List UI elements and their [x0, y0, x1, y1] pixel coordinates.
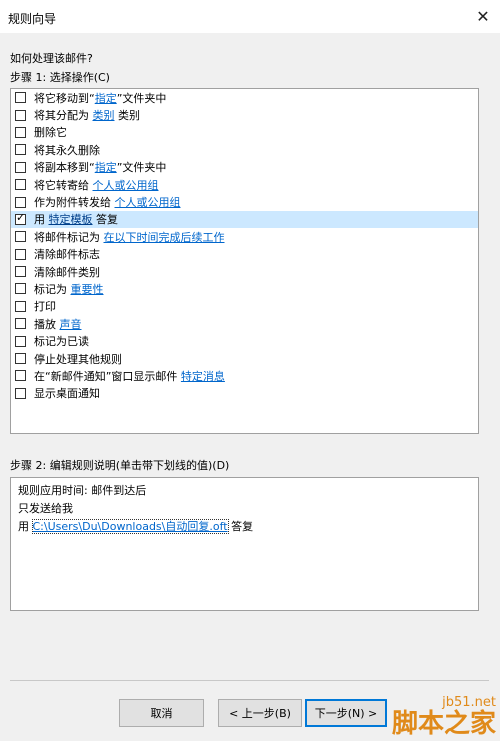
action-checkbox[interactable] [15, 179, 26, 191]
desc-line-trigger: 规则应用时间: 邮件到达后 [18, 484, 147, 497]
action-label: 清除邮件标志 [34, 248, 100, 262]
step2-label: 步骤 2: 编辑规则说明(单击带下划线的值)(D) [10, 459, 230, 472]
action-link[interactable]: 指定 [95, 90, 117, 106]
action-label: 将它转寄给 [34, 178, 93, 192]
title-bar: 规则向导 ✕ [0, 0, 500, 33]
action-checkbox[interactable] [15, 211, 26, 225]
action-item[interactable]: 将其永久删除 [11, 141, 478, 158]
action-link[interactable]: 个人或公用组 [115, 194, 181, 210]
desc-line-condition: 只发送给我 [18, 502, 73, 515]
action-label: ”文件夹中 [116, 161, 167, 175]
action-item[interactable]: 用 特定模板 答复 [11, 210, 478, 229]
action-label: 将其分配为 [34, 109, 93, 123]
action-label: 播放 [34, 317, 60, 331]
action-checkbox[interactable] [15, 370, 26, 382]
action-label: ”文件夹中 [116, 91, 167, 105]
desc-action-prefix: 用 [18, 520, 33, 533]
action-label: 停止处理其他规则 [34, 352, 122, 366]
action-checkbox[interactable] [15, 266, 26, 278]
action-checkbox[interactable] [15, 318, 26, 330]
action-item[interactable]: 作为附件转发给 个人或公用组 [11, 193, 478, 210]
window-title: 规则向导 [8, 12, 57, 26]
watermark-site: jb51.net [442, 695, 496, 710]
rule-description-box[interactable]: 规则应用时间: 邮件到达后 只发送给我 用 C:\Users\Du\Downlo… [10, 477, 479, 611]
dialog-body: 如何处理该邮件? 步骤 1: 选择操作(C) 将它移动到“ 指定 ”文件夹中 将其分配… [0, 33, 500, 741]
action-checkbox[interactable] [15, 144, 26, 156]
action-item[interactable]: 将邮件标记为 在以下时间完成后续工作 [11, 228, 478, 245]
action-checkbox[interactable] [15, 231, 26, 243]
action-item[interactable]: 打印 [11, 298, 478, 315]
action-link[interactable]: 在以下时间完成后续工作 [104, 229, 225, 245]
action-item[interactable]: 在“新邮件通知”窗口显示邮件 特定消息 [11, 367, 478, 384]
action-checkbox[interactable] [15, 283, 26, 295]
back-button[interactable]: < 上一步(B) [218, 699, 302, 727]
close-icon[interactable]: ✕ [466, 0, 500, 33]
action-link[interactable]: 声音 [60, 316, 82, 332]
action-label: 将邮件标记为 [34, 230, 104, 244]
action-label: 答复 [92, 213, 118, 227]
action-checkbox[interactable] [15, 300, 26, 312]
action-label: 将它移动到“ [34, 91, 95, 105]
action-item[interactable]: 将其分配为 类别 类别 [11, 106, 478, 123]
action-item[interactable]: 删除它 [11, 124, 478, 141]
action-list[interactable]: 将它移动到“ 指定 ”文件夹中 将其分配为 类别 类别 删除它 将其永久删除 将副本移到“ 指… [10, 88, 479, 434]
action-label: 显示桌面通知 [34, 387, 100, 401]
action-item[interactable]: 将它转寄给 个人或公用组 [11, 176, 478, 193]
cancel-button[interactable]: 取消 [119, 699, 204, 727]
action-link[interactable]: 特定模板 [49, 211, 93, 227]
action-label: 作为附件转发给 [34, 196, 115, 210]
action-label: 清除邮件类别 [34, 265, 100, 279]
action-label: 用 [34, 213, 49, 227]
watermark-brand: 脚本之家 [391, 709, 496, 739]
action-item[interactable]: 将副本移到“ 指定 ”文件夹中 [11, 159, 478, 176]
action-item[interactable]: 清除邮件类别 [11, 263, 478, 280]
action-label: 在“新邮件通知”窗口显示邮件 [34, 369, 181, 383]
action-item[interactable]: 标记为 重要性 [11, 280, 478, 297]
action-link[interactable]: 个人或公用组 [93, 177, 159, 193]
action-label: 打印 [34, 300, 56, 314]
action-checkbox[interactable] [15, 92, 26, 104]
action-checkbox[interactable] [15, 335, 26, 347]
action-item[interactable]: 将它移动到“ 指定 ”文件夹中 [11, 89, 478, 106]
action-item[interactable]: 标记为已读 [11, 332, 478, 349]
action-label: 将其永久删除 [34, 143, 100, 157]
watermark: jb51.net 脚本之家 [392, 696, 496, 737]
action-checkbox[interactable] [15, 196, 26, 208]
step1-label: 步骤 1: 选择操作(C) [10, 71, 110, 84]
action-link[interactable]: 重要性 [71, 281, 104, 297]
action-checkbox[interactable] [15, 353, 26, 365]
action-item[interactable]: 停止处理其他规则 [11, 350, 478, 367]
template-path-link[interactable]: C:\Users\Du\Downloads\自动回复.oft [31, 519, 229, 534]
action-link[interactable]: 特定消息 [181, 368, 225, 384]
action-checkbox[interactable] [15, 126, 26, 138]
action-checkbox[interactable] [15, 109, 26, 121]
action-checkbox[interactable] [15, 387, 26, 399]
next-button[interactable]: 下一步(N) > [305, 699, 387, 727]
action-label: 标记为已读 [34, 335, 89, 349]
desc-action-suffix: 答复 [227, 520, 254, 533]
action-label: 类别 [114, 109, 140, 123]
desc-line-action: 用 C:\Users\Du\Downloads\自动回复.oft 答复 [18, 518, 471, 536]
action-label: 删除它 [34, 126, 67, 140]
action-item[interactable]: 播放 声音 [11, 315, 478, 332]
action-item[interactable]: 显示桌面通知 [11, 385, 478, 402]
question-label: 如何处理该邮件? [10, 52, 93, 65]
action-link[interactable]: 指定 [95, 159, 117, 175]
action-checkbox[interactable] [15, 161, 26, 173]
action-label: 标记为 [34, 282, 71, 296]
divider [10, 680, 489, 681]
action-item[interactable]: 清除邮件标志 [11, 246, 478, 263]
action-link[interactable]: 类别 [93, 107, 115, 123]
action-checkbox[interactable] [15, 248, 26, 260]
action-label: 将副本移到“ [34, 161, 95, 175]
